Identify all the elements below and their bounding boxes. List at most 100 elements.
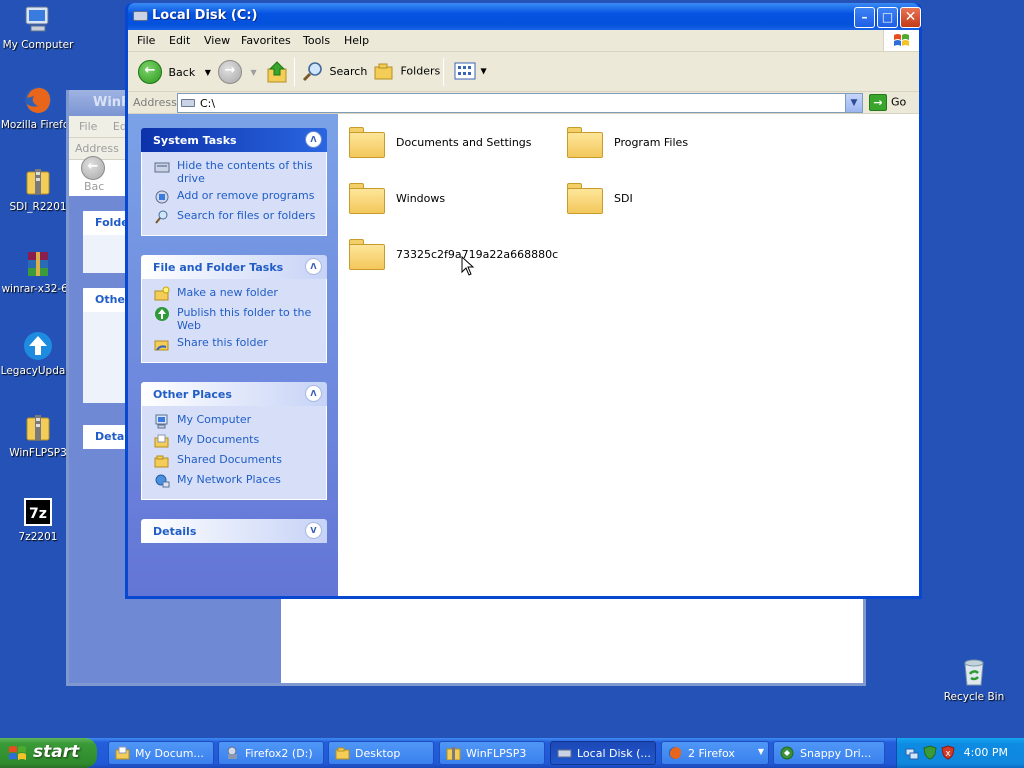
other-places-panel: Other Places Λ My Computer My Documents … — [141, 382, 327, 500]
menu-help[interactable]: Help — [344, 34, 369, 47]
task-firefox2-d[interactable]: Firefox2 (D:) — [218, 741, 324, 765]
expand-chevron-icon[interactable]: V — [305, 522, 322, 539]
folder-documents-and-settings[interactable]: Documents and Settings — [348, 124, 532, 160]
place-my-network-places[interactable]: My Network Places — [154, 473, 318, 489]
minimize-button[interactable]: – — [854, 7, 875, 28]
window-titlebar[interactable]: Local Disk (C:) – □ ✕ — [128, 3, 921, 30]
my-computer-icon — [22, 4, 54, 36]
back-dropdown-icon[interactable]: ▼ — [205, 68, 211, 77]
place-my-documents[interactable]: My Documents — [154, 433, 318, 449]
go-arrow-icon: → — [869, 94, 887, 111]
task-firefox-group[interactable]: 2 Firefox ▼ — [661, 741, 769, 765]
firefox-icon — [22, 84, 54, 116]
task-winflpsp3[interactable]: WinFLPSP3 — [439, 741, 545, 765]
task-share-folder[interactable]: Share this folder — [154, 336, 318, 352]
place-my-computer[interactable]: My Computer — [154, 413, 318, 429]
snappy-driver-icon — [780, 746, 794, 760]
address-path: C:\ — [200, 97, 216, 110]
background-menu-file[interactable]: File — [79, 120, 97, 133]
place-shared-documents[interactable]: Shared Documents — [154, 453, 318, 469]
close-button[interactable]: ✕ — [900, 7, 921, 28]
forward-button[interactable]: → ▼ — [218, 60, 257, 86]
collapse-chevron-icon[interactable]: Λ — [305, 258, 322, 275]
details-header[interactable]: Details V — [141, 519, 327, 543]
folder-icon — [348, 180, 386, 216]
background-address-label: Address — [75, 142, 119, 155]
folder-sdi[interactable]: SDI — [566, 180, 633, 216]
file-folder-tasks-title: File and Folder Tasks — [153, 261, 284, 274]
task-label: Publish this folder to the Web — [177, 306, 312, 332]
task-hide-contents[interactable]: Hide the contents of this drive — [154, 159, 318, 185]
menu-tools[interactable]: Tools — [303, 34, 330, 47]
background-back-button[interactable]: ← Bac — [81, 156, 105, 193]
task-local-disk[interactable]: Local Disk (... — [550, 741, 656, 765]
folder-name: Program Files — [614, 135, 689, 149]
task-label: Local Disk (... — [577, 747, 651, 760]
network-icon[interactable] — [905, 746, 919, 760]
security-alert-icon[interactable]: x — [941, 745, 955, 760]
windows-logo-icon — [883, 30, 919, 51]
maximize-button[interactable]: □ — [877, 7, 898, 28]
folders-icon — [374, 63, 393, 80]
clock[interactable]: 4:00 PM — [964, 746, 1008, 759]
task-label: WinFLPSP3 — [466, 747, 527, 760]
place-label: My Network Places — [177, 473, 281, 486]
security-shield-icon[interactable] — [923, 745, 937, 760]
details-title: Details — [153, 525, 197, 538]
system-tasks-title: System Tasks — [153, 134, 237, 147]
menu-edit[interactable]: Edit — [169, 34, 190, 47]
menu-favorites[interactable]: Favorites — [241, 34, 291, 47]
task-search-files[interactable]: Search for files or folders — [154, 209, 318, 225]
folder-73325c2f9a719a22a668880c[interactable]: 73325c2f9a719a22a668880c — [348, 236, 558, 272]
views-button[interactable]: ▼ — [453, 60, 487, 86]
file-folder-tasks-panel: File and Folder Tasks Λ Make a new folde… — [141, 255, 327, 363]
up-folder-button[interactable] — [266, 60, 290, 86]
place-label: Shared Documents — [177, 453, 282, 466]
task-make-new-folder[interactable]: Make a new folder — [154, 286, 318, 302]
task-label: Make a new folder — [177, 286, 278, 299]
desktop-icon-my-computer[interactable]: My Computer — [0, 4, 78, 51]
system-tray: x 4:00 PM — [896, 738, 1024, 768]
system-tasks-header[interactable]: System Tasks Λ — [141, 128, 327, 152]
task-desktop[interactable]: Desktop — [328, 741, 434, 765]
toolbar-separator — [443, 58, 444, 86]
task-snappy-driver[interactable]: Snappy Dri... — [773, 741, 885, 765]
task-add-remove-programs[interactable]: Add or remove programs — [154, 189, 318, 205]
collapse-chevron-icon[interactable]: Λ — [305, 385, 322, 402]
desktop-icon-recycle-bin[interactable]: Recycle Bin — [934, 656, 1014, 703]
address-dropdown-button[interactable]: ▼ — [845, 94, 862, 112]
search-icon — [302, 62, 322, 82]
up-folder-icon — [267, 61, 287, 83]
new-folder-icon — [154, 286, 170, 301]
windows-flag-icon — [9, 746, 26, 760]
svg-text:7z: 7z — [29, 506, 47, 522]
window-body: System Tasks Λ Hide the contents of this… — [128, 114, 919, 596]
task-label: Snappy Dri... — [800, 747, 872, 760]
zip-folder-icon — [22, 166, 54, 198]
task-my-documents[interactable]: My Docum... — [108, 741, 214, 765]
other-places-header[interactable]: Other Places Λ — [141, 382, 327, 406]
taskbar: start My Docum... Firefox2 (D:) Desktop … — [0, 738, 1024, 768]
menu-view[interactable]: View — [204, 34, 230, 47]
hide-drive-icon — [154, 162, 170, 173]
file-folder-tasks-header[interactable]: File and Folder Tasks Λ — [141, 255, 327, 279]
other-places-title: Other Places — [153, 388, 232, 401]
forward-arrow-icon: → — [218, 60, 242, 84]
menu-file[interactable]: File — [137, 34, 155, 47]
collapse-chevron-icon[interactable]: Λ — [305, 131, 322, 148]
start-button[interactable]: start — [0, 738, 97, 768]
search-button[interactable]: Search — [302, 60, 367, 86]
folders-button[interactable]: Folders — [373, 60, 440, 86]
explorer-window[interactable]: Local Disk (C:) – □ ✕ File Edit View Fav… — [125, 3, 922, 599]
back-button[interactable]: ← Back ▼ — [138, 60, 211, 86]
folder-icon — [348, 124, 386, 160]
folder-windows[interactable]: Windows — [348, 180, 445, 216]
go-label: Go — [891, 95, 907, 109]
address-input[interactable]: C:\ ▼ — [177, 93, 863, 113]
task-label: 2 Firefox — [688, 747, 735, 760]
forward-dropdown-icon[interactable]: ▼ — [251, 68, 257, 77]
task-publish-folder[interactable]: Publish this folder to the Web — [154, 306, 318, 332]
go-button[interactable]: → Go — [869, 94, 906, 111]
folder-program-files[interactable]: Program Files — [566, 124, 688, 160]
folder-icon — [115, 746, 130, 760]
